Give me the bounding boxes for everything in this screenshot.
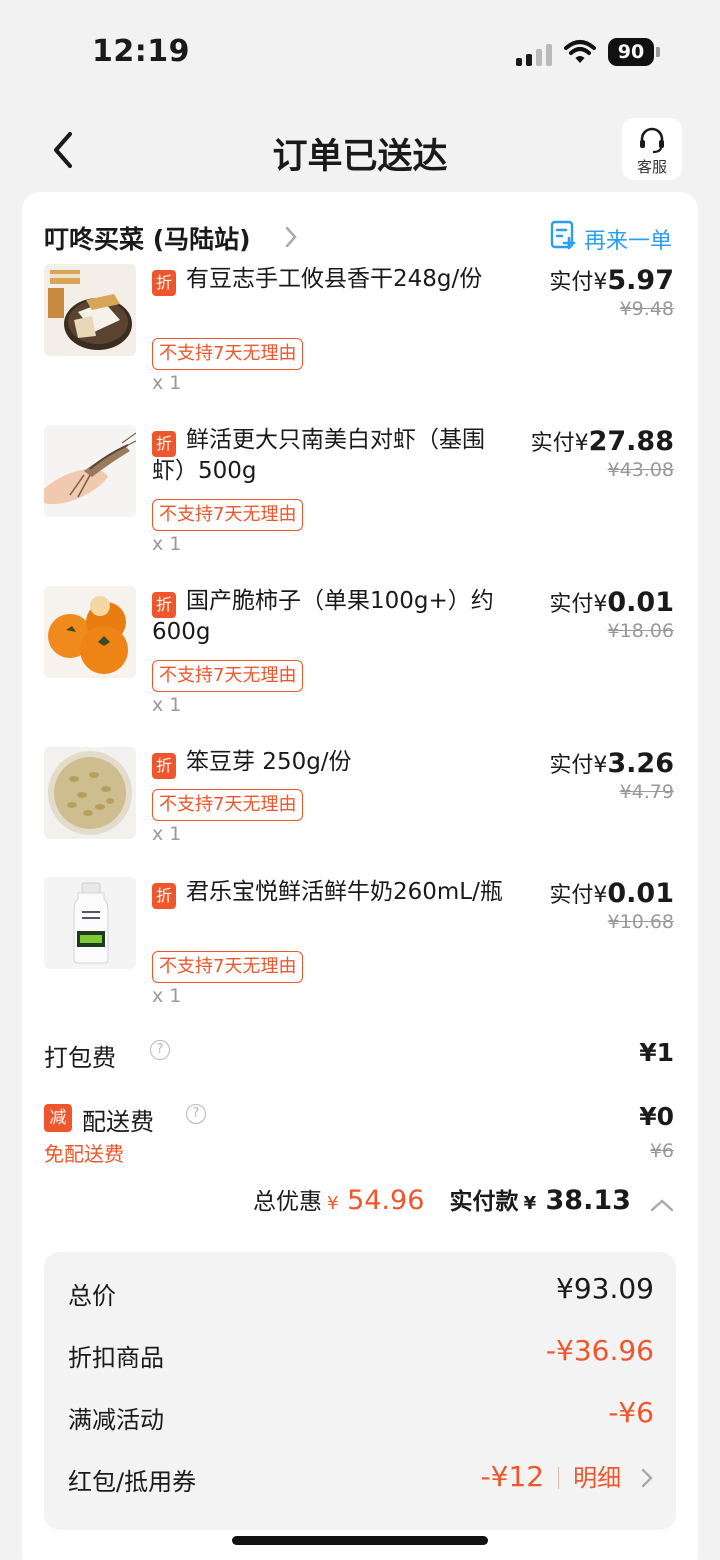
reduction-badge: 减 <box>44 1104 72 1132</box>
no-return-tag: 不支持7天无理由 <box>152 499 304 531</box>
reorder-button[interactable]: 再来一单 <box>550 220 674 254</box>
packing-fee-label: 打包费 <box>44 1044 116 1072</box>
reorder-label: 再来一单 <box>584 229 673 254</box>
customer-service-button[interactable]: 客服 <box>622 118 682 180</box>
status-time: 12:19 <box>92 34 190 69</box>
original-price: ¥9.48 <box>619 298 674 320</box>
free-delivery-note: 免配送费 <box>44 1142 124 1166</box>
delivery-fee-original: ¥6 <box>649 1140 674 1162</box>
packing-fee-row: 打包费 ? ¥1 <box>44 1038 674 1078</box>
breakdown-row: 总价 ¥93.09 <box>68 1272 654 1312</box>
paid-prefix: 实付¥ <box>549 592 608 617</box>
breakdown-value: ¥93.09 <box>556 1272 654 1305</box>
status-bar: 12:19 90 <box>0 0 720 100</box>
no-return-tag: 不支持7天无理由 <box>152 660 304 692</box>
help-icon[interactable]: ? <box>150 1040 170 1060</box>
payment-summary: 总优惠 ¥ 54.96 实付款 ¥ 38.13 <box>44 1182 674 1222</box>
original-price: ¥10.68 <box>607 911 674 933</box>
breakdown-row: 红包/抵用券 -¥12 明细 <box>68 1458 654 1498</box>
divider <box>558 1467 560 1489</box>
page-title: 订单已送达 <box>272 137 448 177</box>
item-quantity: x 1 <box>152 372 182 394</box>
store-name[interactable]: 叮咚买菜 (马陆站) <box>44 220 251 256</box>
total-discount-value: 54.96 <box>347 1185 425 1216</box>
chevron-up-icon[interactable] <box>650 1198 674 1212</box>
reorder-icon <box>550 220 576 250</box>
order-item[interactable]: 折 有豆志手工攸县香干248g/份 不支持7天无理由 x 1 实付¥5.97 ¥… <box>44 264 674 414</box>
delivery-fee-label: 配送费 <box>82 1108 154 1136</box>
item-name: 有豆志手工攸县香干248g/份 <box>186 266 483 292</box>
discount-currency: ¥ <box>327 1193 339 1214</box>
breakdown-value: -¥36.96 <box>545 1334 654 1367</box>
item-quantity: x 1 <box>152 823 182 845</box>
bean-sprouts-image <box>44 747 136 839</box>
headset-icon <box>640 127 664 154</box>
order-item[interactable]: 折 君乐宝悦鲜活鲜牛奶260mL/瓶 不支持7天无理由 x 1 实付¥0.01 … <box>44 877 674 1027</box>
paid-amount: 0.01 <box>607 587 674 618</box>
help-icon[interactable]: ? <box>186 1104 206 1124</box>
order-item[interactable]: 折 鲜活更大只南美白对虾（基围虾）500g 不支持7天无理由 x 1 实付¥27… <box>44 425 674 575</box>
paid-amount: 3.26 <box>607 748 674 779</box>
no-return-tag: 不支持7天无理由 <box>152 789 304 821</box>
customer-service-label: 客服 <box>636 158 667 176</box>
breakdown-row: 折扣商品 -¥36.96 <box>68 1334 654 1374</box>
paid-amount: 0.01 <box>607 878 674 909</box>
item-name: 国产脆柿子（单果100g+）约600g <box>152 588 494 645</box>
original-price: ¥18.06 <box>607 620 674 642</box>
home-indicator <box>232 1536 488 1545</box>
breakdown-row: 满减活动 -¥6 <box>68 1396 654 1436</box>
paid-amount: 27.88 <box>588 426 674 457</box>
cellular-signal-icon <box>516 42 554 66</box>
packing-fee-value: ¥1 <box>639 1038 674 1067</box>
total-discount-label: 总优惠 <box>252 1189 322 1215</box>
item-name: 笨豆芽 250g/份 <box>186 749 352 775</box>
no-return-tag: 不支持7天无理由 <box>152 951 304 983</box>
item-quantity: x 1 <box>152 533 182 555</box>
battery-level: 90 <box>608 38 654 66</box>
order-item[interactable]: 折 笨豆芽 250g/份 不支持7天无理由 x 1 实付¥3.26 ¥4.79 <box>44 747 674 867</box>
original-price: ¥4.79 <box>619 781 674 803</box>
milk-bottle-image <box>44 877 136 969</box>
delivery-fee-row: 减 配送费 ? ¥0 免配送费 ¥6 <box>44 1102 674 1172</box>
amount-paid-value: 38.13 <box>545 1185 631 1216</box>
item-quantity: x 1 <box>152 694 182 716</box>
breakdown-label: 满减活动 <box>68 1406 164 1434</box>
paid-prefix: 实付¥ <box>549 753 608 778</box>
persimmon-image <box>44 586 136 678</box>
store-row: 叮咚买菜 (马陆站) 再来一单 <box>44 218 674 258</box>
coupon-value: -¥12 <box>480 1460 545 1493</box>
order-item[interactable]: 折 国产脆柿子（单果100g+）约600g 不支持7天无理由 x 1 实付¥0.… <box>44 586 674 736</box>
nav-bar: 订单已送达 客服 <box>0 110 720 190</box>
item-name: 君乐宝悦鲜活鲜牛奶260mL/瓶 <box>186 879 503 905</box>
shrimp-image <box>44 425 136 517</box>
coupon-detail-link[interactable]: 明细 <box>573 1464 621 1492</box>
battery-icon: 90 <box>608 38 660 66</box>
no-return-tag: 不支持7天无理由 <box>152 338 304 370</box>
breakdown-label: 红包/抵用券 <box>68 1468 197 1496</box>
dried-tofu-image <box>44 264 136 356</box>
paid-prefix: 实付¥ <box>549 883 608 908</box>
item-quantity: x 1 <box>152 985 182 1007</box>
chevron-right-icon <box>285 226 297 248</box>
breakdown-label: 折扣商品 <box>68 1344 164 1372</box>
original-price: ¥43.08 <box>607 459 674 481</box>
breakdown-value: -¥6 <box>608 1396 654 1429</box>
paid-currency: ¥ <box>523 1193 537 1214</box>
chevron-right-icon[interactable] <box>640 1466 654 1490</box>
amount-paid-label: 实付款 <box>449 1189 519 1215</box>
price-breakdown: 总价 ¥93.09 折扣商品 -¥36.96 满减活动 -¥6 红包/抵用券 -… <box>44 1252 676 1530</box>
paid-prefix: 实付¥ <box>530 431 589 456</box>
breakdown-label: 总价 <box>68 1282 116 1310</box>
order-card: 叮咚买菜 (马陆站) 再来一单 折 有豆志手工攸县香干248g/份 不支持7天无… <box>22 192 698 1560</box>
paid-amount: 5.97 <box>607 265 674 296</box>
item-name: 鲜活更大只南美白对虾（基围虾）500g <box>152 427 485 484</box>
wifi-icon <box>564 38 596 66</box>
paid-prefix: 实付¥ <box>549 270 608 295</box>
delivery-fee-value: ¥0 <box>639 1102 674 1131</box>
